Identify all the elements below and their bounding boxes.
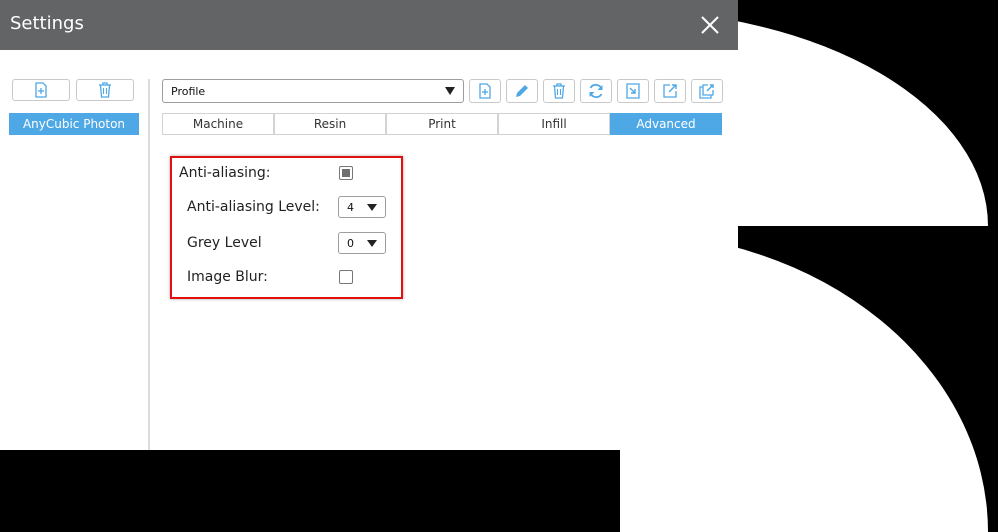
window-title: Settings — [10, 13, 84, 34]
caret-down-icon — [445, 87, 455, 95]
trash-icon — [99, 82, 111, 98]
caret-down-icon — [367, 240, 377, 247]
import-profile-button[interactable] — [617, 79, 649, 103]
reset-profile-button[interactable] — [580, 79, 612, 103]
tab-advanced[interactable]: Advanced — [610, 113, 722, 135]
close-icon — [701, 16, 719, 34]
grey-level-select[interactable]: 0 — [338, 232, 386, 254]
checkbox-check-mark — [342, 169, 350, 177]
settings-window: Settings AnyCubic Photon Profile Machine… — [0, 0, 738, 450]
tab-label: Print — [428, 117, 456, 131]
tab-machine[interactable]: Machine — [162, 113, 274, 135]
printer-item-label: AnyCubic Photon — [22, 117, 126, 131]
anti-aliasing-label: Anti-aliasing: — [179, 165, 271, 181]
edit-profile-button[interactable] — [506, 79, 538, 103]
anti-aliasing-level-select[interactable]: 4 — [338, 196, 386, 218]
anti-aliasing-level-label: Anti-aliasing Level: — [187, 199, 320, 215]
add-printer-button[interactable] — [12, 79, 70, 101]
image-blur-label: Image Blur: — [187, 269, 268, 285]
tab-resin[interactable]: Resin — [274, 113, 386, 135]
import-icon — [626, 83, 640, 99]
export-profile-button[interactable] — [654, 79, 686, 103]
tab-label: Resin — [313, 117, 347, 131]
tab-label: Advanced — [636, 117, 696, 131]
tab-print[interactable]: Print — [386, 113, 498, 135]
delete-profile-button[interactable] — [543, 79, 575, 103]
new-file-icon — [35, 82, 47, 98]
panel-divider — [148, 79, 150, 450]
anti-aliasing-level-value: 4 — [347, 201, 354, 214]
grey-level-value: 0 — [347, 237, 354, 250]
tab-label: Infill — [541, 117, 567, 131]
new-file-icon — [479, 83, 491, 99]
caret-down-icon — [367, 204, 377, 211]
share-profile-button[interactable] — [691, 79, 723, 103]
profile-select-value: Profile — [171, 85, 206, 98]
anti-aliasing-checkbox[interactable] — [339, 166, 353, 180]
trash-icon — [553, 83, 565, 99]
refresh-icon — [589, 83, 603, 99]
image-blur-checkbox[interactable] — [339, 270, 353, 284]
title-bar: Settings — [0, 0, 738, 50]
delete-printer-button[interactable] — [76, 79, 134, 101]
printer-item-anycubic-photon[interactable]: AnyCubic Photon — [9, 113, 139, 135]
export-icon — [663, 84, 677, 98]
close-button[interactable] — [697, 12, 723, 38]
grey-level-label: Grey Level — [187, 235, 262, 251]
tab-label: Machine — [192, 117, 244, 131]
tab-infill[interactable]: Infill — [498, 113, 610, 135]
new-profile-button[interactable] — [469, 79, 501, 103]
profile-select[interactable]: Profile — [162, 79, 464, 103]
copy-export-icon — [699, 84, 714, 99]
pencil-icon — [516, 85, 528, 97]
